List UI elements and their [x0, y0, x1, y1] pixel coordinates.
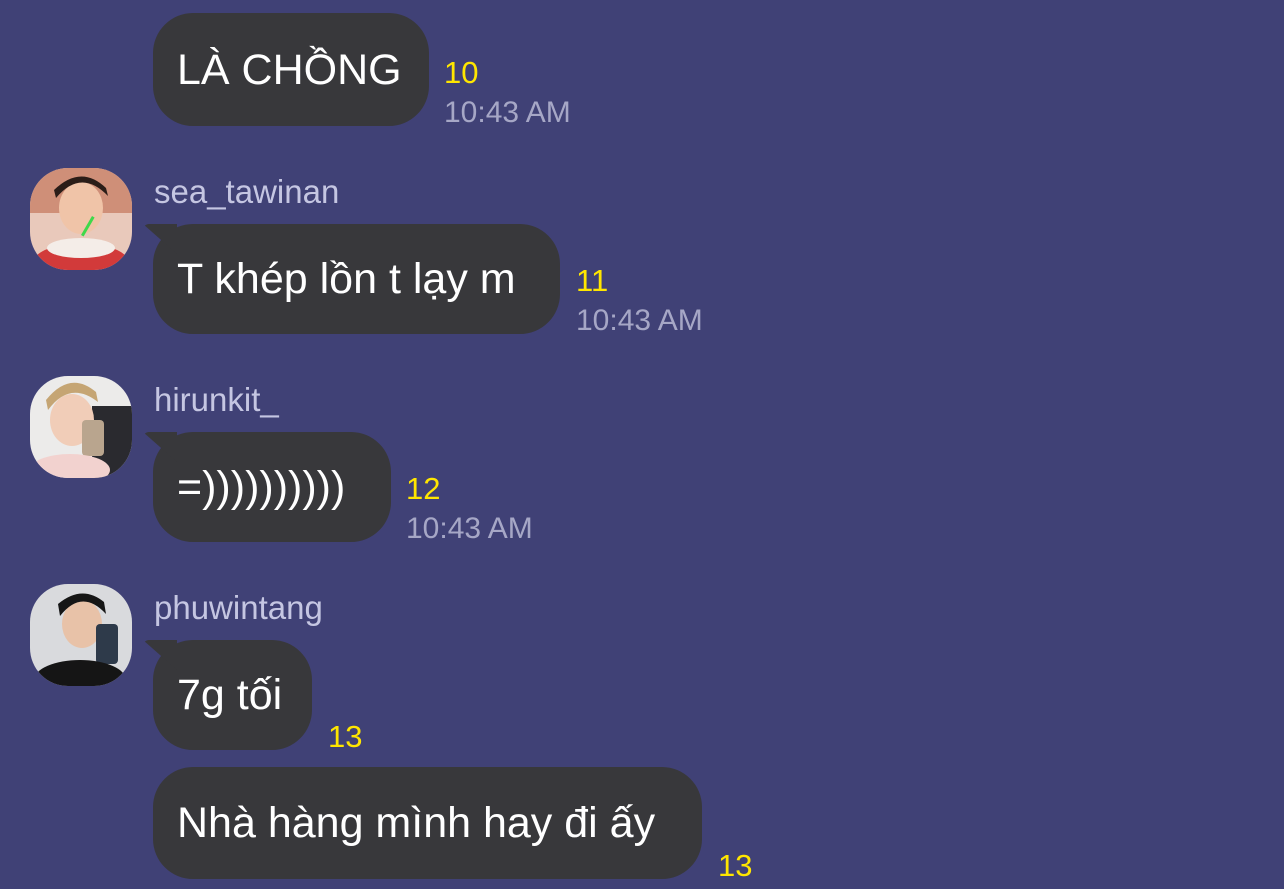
- message-text: 7g tối: [177, 671, 283, 719]
- avatar-hirunkit[interactable]: [30, 376, 132, 478]
- read-count: 10: [444, 55, 479, 90]
- sender-name[interactable]: sea_tawinan: [154, 172, 339, 212]
- message-bubble[interactable]: 7g tối: [153, 640, 312, 750]
- message-text: Nhà hàng mình hay đi ấy: [177, 799, 656, 847]
- message-meta: 11 10:43 AM: [576, 263, 703, 339]
- message-text: LÀ CHỒNG: [177, 45, 402, 94]
- read-count: 11: [576, 263, 609, 298]
- message-timestamp: 10:43 AM: [576, 304, 703, 337]
- message-meta: 10 10:43 AM: [444, 55, 571, 131]
- message-timestamp: 10:43 AM: [444, 96, 571, 129]
- read-count: 13: [718, 848, 753, 883]
- message-bubble[interactable]: =)))))))))): [153, 432, 391, 542]
- message-timestamp: 10:43 AM: [406, 512, 533, 545]
- sender-name[interactable]: phuwintang: [154, 588, 323, 628]
- avatar-photo: [30, 584, 132, 686]
- message-bubble[interactable]: Nhà hàng mình hay đi ấy: [153, 767, 702, 879]
- message-bubble[interactable]: LÀ CHỒNG: [153, 13, 429, 126]
- message-meta: 13: [328, 719, 362, 755]
- read-count: 13: [328, 719, 363, 754]
- read-count: 12: [406, 471, 441, 506]
- chat-message-list[interactable]: LÀ CHỒNG 10 10:43 AM sea_tawinan T khép …: [0, 0, 1284, 889]
- avatar-phuwintang[interactable]: [30, 584, 132, 686]
- message-bubble[interactable]: T khép lồn t lạy m: [153, 224, 560, 334]
- message-text: T khép lồn t lạy m: [177, 255, 516, 303]
- avatar-photo: [30, 168, 132, 270]
- message-meta: 13: [718, 848, 752, 884]
- sender-name[interactable]: hirunkit_: [154, 380, 279, 420]
- message-meta: 12 10:43 AM: [406, 471, 533, 547]
- avatar-photo: [30, 376, 132, 478]
- message-text: =)))))))))): [177, 463, 346, 511]
- avatar-sea-tawinan[interactable]: [30, 168, 132, 270]
